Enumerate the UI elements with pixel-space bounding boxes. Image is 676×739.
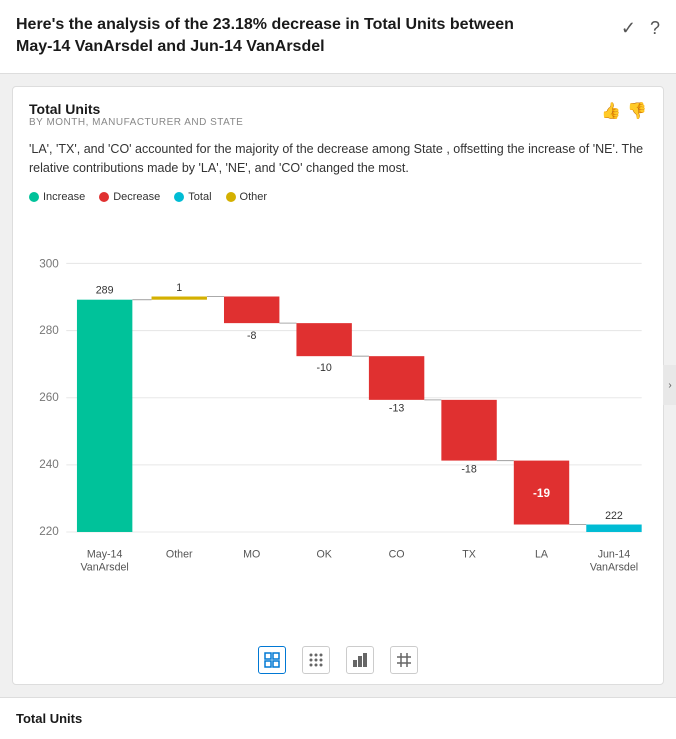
card-header: Total Units BY MONTH, MANUFACTURER AND S… bbox=[29, 101, 647, 138]
grid-view-button[interactable] bbox=[390, 646, 418, 674]
y-label-280: 280 bbox=[39, 324, 59, 337]
y-label-260: 260 bbox=[39, 391, 59, 404]
dot-view-button[interactable] bbox=[302, 646, 330, 674]
card-subtitle: BY MONTH, MANUFACTURER AND STATE bbox=[29, 117, 243, 128]
chart-controls bbox=[29, 646, 647, 674]
feedback-buttons: 👍 👎 bbox=[601, 101, 647, 121]
analysis-card: Total Units BY MONTH, MANUFACTURER AND S… bbox=[12, 86, 664, 685]
x-label-mo: MO bbox=[243, 549, 260, 561]
x-label-ok: OK bbox=[316, 549, 331, 561]
header-actions: ✓ ? bbox=[621, 18, 660, 39]
help-icon[interactable]: ? bbox=[650, 18, 660, 39]
legend-increase: Increase bbox=[29, 191, 85, 203]
card-description: 'LA', 'TX', and 'CO' accounted for the m… bbox=[29, 140, 647, 178]
dot-icon bbox=[308, 652, 324, 668]
x-label-tx: TX bbox=[462, 549, 476, 561]
y-label-240: 240 bbox=[39, 458, 59, 471]
bottom-section: Total Units bbox=[0, 697, 676, 739]
bar-jun14-vanarsdel bbox=[586, 525, 641, 532]
bar-co bbox=[369, 356, 424, 400]
legend-other: Other bbox=[226, 191, 268, 203]
main-content: Total Units BY MONTH, MANUFACTURER AND S… bbox=[0, 74, 676, 697]
x-label-vanarsdel2: VanArsdel bbox=[590, 562, 638, 574]
table-icon bbox=[264, 652, 280, 668]
grid-icon bbox=[396, 652, 412, 668]
bar-co-label: -13 bbox=[389, 403, 404, 415]
legend-total: Total bbox=[174, 191, 211, 203]
chart-area: 300 280 260 240 220 289 bbox=[29, 211, 647, 638]
bar-other-label: 1 bbox=[176, 282, 182, 294]
table-view-button[interactable] bbox=[258, 646, 286, 674]
card-title-group: Total Units BY MONTH, MANUFACTURER AND S… bbox=[29, 101, 243, 138]
legend-decrease: Decrease bbox=[99, 191, 160, 203]
x-label-la: LA bbox=[535, 549, 549, 561]
chart-legend: Increase Decrease Total Other bbox=[29, 191, 647, 203]
bar-la-label: -19 bbox=[533, 487, 550, 500]
y-label-300: 300 bbox=[39, 258, 59, 271]
bottom-label: Total Units bbox=[16, 711, 82, 726]
sidebar-chevron[interactable]: › bbox=[663, 365, 676, 405]
other-dot bbox=[226, 192, 236, 202]
card-title: Total Units bbox=[29, 101, 243, 117]
x-label-jun14: Jun-14 bbox=[598, 549, 631, 561]
total-dot bbox=[174, 192, 184, 202]
bar-other bbox=[152, 297, 207, 300]
bar-may14-label: 289 bbox=[96, 285, 114, 297]
x-label-vanarsdel1: VanArsdel bbox=[80, 562, 128, 574]
x-label-other: Other bbox=[166, 549, 193, 561]
thumbs-up-button[interactable]: 👍 bbox=[601, 101, 621, 121]
y-label-220: 220 bbox=[39, 525, 59, 538]
bar-view-button[interactable] bbox=[346, 646, 374, 674]
decrease-dot bbox=[99, 192, 109, 202]
bar-jun14-label: 222 bbox=[605, 510, 623, 522]
bar-ok bbox=[296, 323, 351, 356]
legend-decrease-label: Decrease bbox=[113, 191, 160, 203]
check-icon[interactable]: ✓ bbox=[621, 18, 636, 39]
thumbs-down-button[interactable]: 👎 bbox=[627, 101, 647, 121]
bar-icon bbox=[352, 652, 368, 668]
legend-increase-label: Increase bbox=[43, 191, 85, 203]
header-title: Here's the analysis of the 23.18% decrea… bbox=[16, 14, 536, 59]
bar-tx bbox=[441, 400, 496, 461]
bar-ok-label: -10 bbox=[316, 362, 331, 374]
legend-other-label: Other bbox=[240, 191, 268, 203]
x-label-may14: May-14 bbox=[87, 549, 123, 561]
bar-mo bbox=[224, 297, 279, 324]
bar-mo-label: -8 bbox=[247, 330, 257, 342]
increase-dot bbox=[29, 192, 39, 202]
x-label-co: CO bbox=[389, 549, 405, 561]
legend-total-label: Total bbox=[188, 191, 211, 203]
waterfall-chart: 300 280 260 240 220 289 bbox=[29, 211, 647, 638]
header: Here's the analysis of the 23.18% decrea… bbox=[0, 0, 676, 74]
bar-may14-vanarsdel bbox=[77, 300, 132, 532]
bar-tx-label: -18 bbox=[461, 464, 476, 476]
